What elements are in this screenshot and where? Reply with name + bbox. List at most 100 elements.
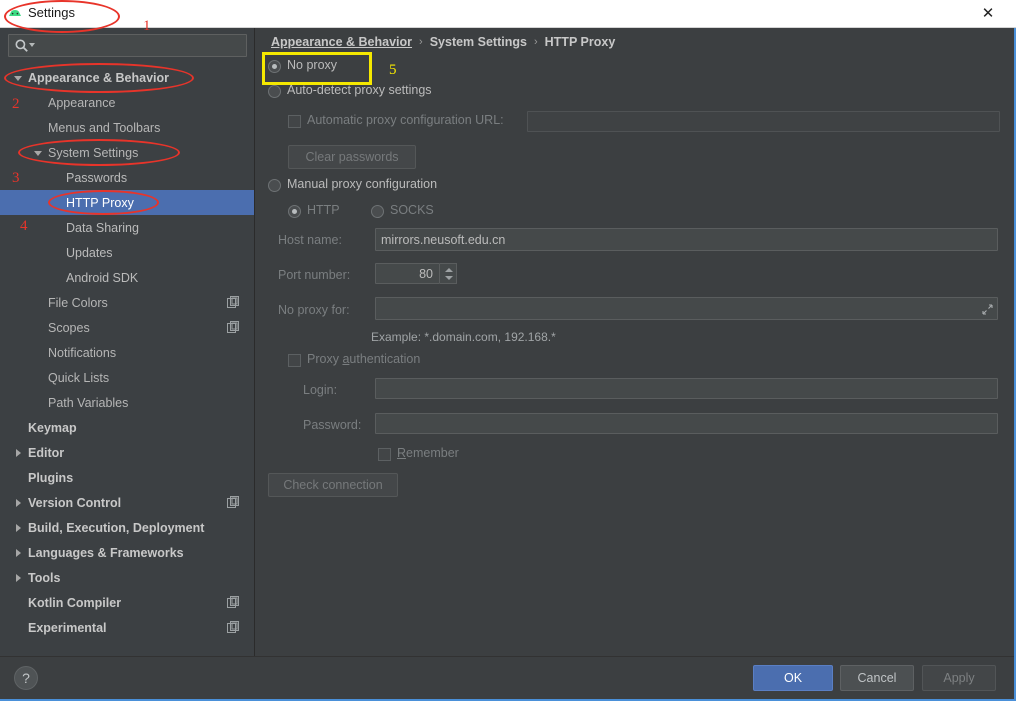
checkbox-remember[interactable]	[378, 448, 391, 461]
radio-http[interactable]	[288, 205, 301, 218]
input-no-proxy-for[interactable]	[375, 297, 998, 320]
sidebar-item-label: Build, Execution, Deployment	[28, 520, 205, 535]
sidebar-item-path-variables[interactable]: Path Variables	[0, 390, 254, 415]
input-automatic-proxy-config-url[interactable]	[527, 111, 1000, 132]
sidebar-item-label: Notifications	[48, 345, 117, 360]
sidebar-item-tools[interactable]: Tools	[0, 565, 254, 590]
label-password: Password:	[303, 418, 362, 432]
sidebar-item-label: Android SDK	[66, 270, 139, 285]
sidebar-item-notifications[interactable]: Notifications	[0, 340, 254, 365]
copy-settings-icon[interactable]	[227, 621, 240, 634]
sidebar-item-label: System Settings	[48, 145, 139, 160]
label-no-proxy-for: No proxy for:	[278, 303, 350, 317]
sidebar-item-quick-lists[interactable]: Quick Lists	[0, 365, 254, 390]
ok-button[interactable]: OK	[753, 665, 833, 691]
sidebar-item-plugins[interactable]: Plugins	[0, 465, 254, 490]
label-login: Login:	[303, 383, 338, 397]
sidebar-item-languages-frameworks[interactable]: Languages & Frameworks	[0, 540, 254, 565]
chevron-right-icon[interactable]	[16, 574, 21, 582]
copy-settings-icon[interactable]	[227, 296, 240, 309]
radio-auto-detect-proxy[interactable]	[268, 85, 281, 98]
breadcrumb-appearance-behavior[interactable]: Appearance & Behavior	[271, 35, 412, 49]
dialog-body: Appearance & Behavior Appearance Menus and…	[0, 28, 1016, 701]
help-icon[interactable]: ?	[14, 666, 38, 690]
no-proxy-for-wrapper	[375, 297, 998, 320]
expand-icon[interactable]	[982, 302, 993, 315]
breadcrumb-http-proxy: HTTP Proxy	[544, 35, 616, 49]
sidebar-item-version-control[interactable]: Version Control	[0, 490, 254, 515]
sidebar-item-label: Appearance & Behavior	[28, 70, 170, 85]
sidebar-item-keymap[interactable]: Keymap	[0, 415, 254, 440]
input-port-number[interactable]	[375, 263, 440, 284]
sidebar-item-http-proxy[interactable]: HTTP Proxy	[0, 190, 254, 215]
window-title: Settings	[28, 5, 75, 20]
sidebar-item-label: HTTP Proxy	[66, 195, 134, 210]
sidebar-item-label: Plugins	[28, 470, 74, 485]
input-host-name[interactable]	[375, 228, 998, 251]
label-host-name: Host name:	[278, 233, 342, 247]
settings-tree: Appearance & Behavior Appearance Menus and…	[0, 65, 254, 640]
chevron-right-icon[interactable]	[16, 524, 21, 532]
chevron-down-icon[interactable]	[14, 76, 22, 81]
chevron-right-icon[interactable]	[16, 499, 21, 507]
sidebar-item-android-sdk[interactable]: Android SDK	[0, 265, 254, 290]
sidebar-item-kotlin-compiler[interactable]: Kotlin Compiler	[0, 590, 254, 615]
check-connection-button[interactable]: Check connection	[268, 473, 398, 497]
sidebar-item-data-sharing[interactable]: Data Sharing	[0, 215, 254, 240]
label-port-number: Port number:	[278, 268, 351, 282]
dialog-footer: ? OK Cancel Apply	[0, 656, 1016, 701]
sidebar-item-label: Path Variables	[48, 395, 129, 410]
sidebar-item-appearance[interactable]: Appearance	[0, 90, 254, 115]
chevron-right-icon[interactable]	[16, 449, 21, 457]
sidebar-item-editor[interactable]: Editor	[0, 440, 254, 465]
close-icon[interactable]: ✕	[968, 0, 1008, 27]
clear-passwords-button[interactable]: Clear passwords	[288, 145, 416, 169]
sidebar-item-system-settings[interactable]: System Settings	[0, 140, 254, 165]
search-input[interactable]	[37, 36, 246, 57]
breadcrumb: Appearance & Behavior › System Settings …	[271, 35, 615, 49]
search-icon	[14, 38, 30, 54]
sidebar-item-label: Appearance	[48, 95, 116, 110]
radio-no-proxy[interactable]	[268, 60, 281, 73]
input-login[interactable]	[375, 378, 998, 399]
copy-settings-icon[interactable]	[227, 596, 240, 609]
sidebar-item-updates[interactable]: Updates	[0, 240, 254, 265]
label-auto-detect-proxy[interactable]: Auto-detect proxy settings	[287, 83, 432, 97]
sidebar-item-appearance-behavior[interactable]: Appearance & Behavior	[0, 65, 254, 90]
sidebar-item-label: Kotlin Compiler	[28, 595, 122, 610]
sidebar-item-scopes[interactable]: Scopes	[0, 315, 254, 340]
search-filter-chevron-down-icon[interactable]	[29, 43, 35, 47]
label-manual-proxy-config[interactable]: Manual proxy configuration	[287, 177, 437, 191]
chevron-down-icon[interactable]	[34, 151, 42, 156]
breadcrumb-separator-2: ›	[533, 36, 538, 48]
chevron-right-icon[interactable]	[16, 549, 21, 557]
sidebar-item-file-colors[interactable]: File Colors	[0, 290, 254, 315]
sidebar-item-label: File Colors	[48, 295, 108, 310]
sidebar-item-label: Keymap	[28, 420, 77, 435]
port-number-stepper[interactable]	[440, 263, 457, 284]
radio-manual-proxy-config[interactable]	[268, 179, 281, 192]
copy-settings-icon[interactable]	[227, 321, 240, 334]
label-no-proxy[interactable]: No proxy	[287, 58, 337, 72]
cancel-button[interactable]: Cancel	[840, 665, 914, 691]
checkbox-proxy-authentication[interactable]	[288, 354, 301, 367]
checkbox-automatic-proxy-config-url[interactable]	[288, 115, 301, 128]
label-http[interactable]: HTTP	[307, 203, 340, 217]
stepper-down-icon[interactable]	[445, 276, 453, 280]
stepper-up-icon[interactable]	[445, 268, 453, 272]
copy-settings-icon[interactable]	[227, 496, 240, 509]
sidebar-item-experimental[interactable]: Experimental	[0, 615, 254, 640]
sidebar-item-passwords[interactable]: Passwords	[0, 165, 254, 190]
input-password[interactable]	[375, 413, 998, 434]
breadcrumb-system-settings[interactable]: System Settings	[430, 35, 527, 49]
example-hint: Example: *.domain.com, 192.168.*	[371, 330, 556, 344]
label-automatic-proxy-config-url: Automatic proxy configuration URL:	[307, 113, 504, 127]
settings-dialog: Settings ✕ Appearance & Behavior Appearan…	[0, 0, 1016, 701]
radio-socks[interactable]	[371, 205, 384, 218]
sidebar-item-build-execution-deployment[interactable]: Build, Execution, Deployment	[0, 515, 254, 540]
search-box[interactable]	[8, 34, 247, 57]
apply-button[interactable]: Apply	[922, 665, 996, 691]
sidebar-item-menus-and-toolbars[interactable]: Menus and Toolbars	[0, 115, 254, 140]
label-socks[interactable]: SOCKS	[390, 203, 434, 217]
label-remember: Remember	[397, 446, 459, 460]
